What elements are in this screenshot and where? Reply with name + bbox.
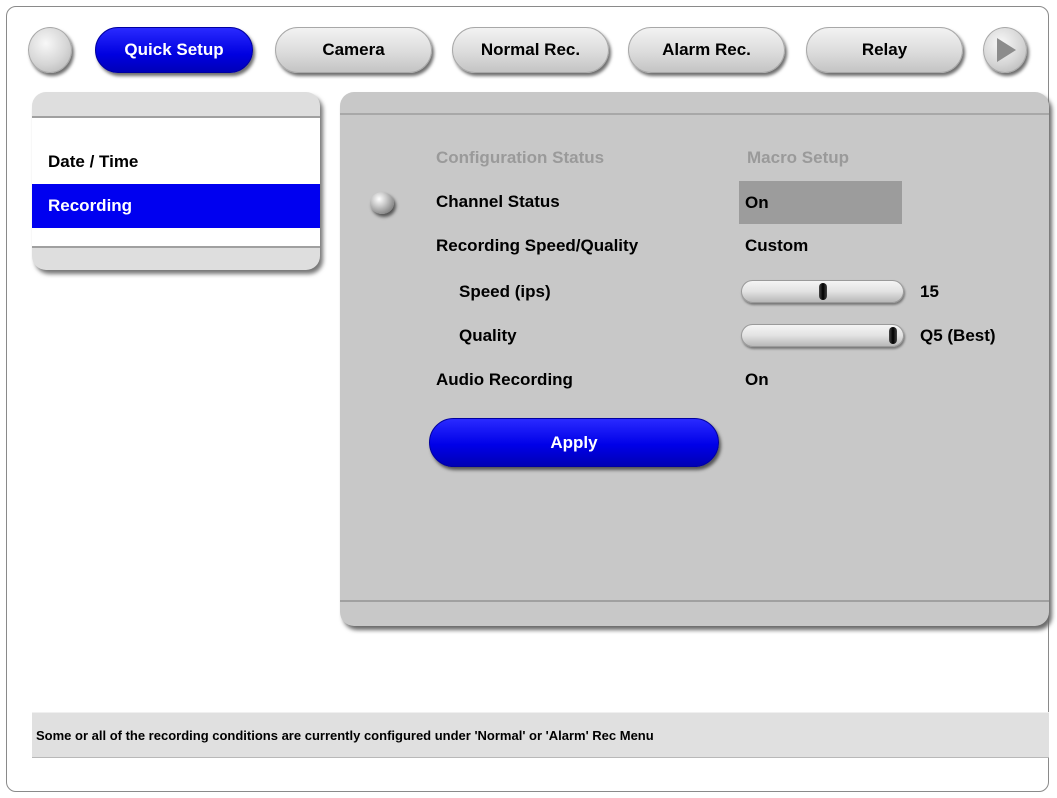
apply-button-label: Apply — [550, 432, 598, 452]
menu-item-recording[interactable]: Recording — [32, 184, 320, 228]
recording-speed-quality-label: Recording Speed/Quality — [436, 236, 639, 255]
tab-alarm-rec[interactable]: Alarm Rec. — [628, 27, 785, 73]
channel-status-value[interactable]: On — [739, 181, 902, 224]
speed-slider[interactable] — [741, 280, 904, 303]
left-menu-panel: Date / Time Recording — [32, 92, 320, 270]
divider — [340, 113, 1049, 115]
menu-item-label: Recording — [48, 196, 133, 215]
tab-relay[interactable]: Relay — [806, 27, 963, 73]
channel-status-text: On — [745, 192, 769, 212]
menu-list: Date / Time Recording — [32, 118, 320, 246]
speed-value: 15 — [920, 282, 939, 301]
divider — [32, 246, 320, 248]
configuration-status-header: Configuration Status — [436, 148, 605, 167]
tab-quick-setup[interactable]: Quick Setup — [95, 27, 253, 73]
quality-value: Q5 (Best) — [920, 326, 996, 345]
next-tabs-button[interactable] — [983, 27, 1027, 73]
speed-slider-knob[interactable] — [818, 283, 827, 300]
tab-normal-rec[interactable]: Normal Rec. — [452, 27, 609, 73]
channel-status-label: Channel Status — [436, 192, 560, 211]
divider — [340, 600, 1049, 602]
ball-cursor-icon — [370, 192, 394, 214]
quality-slider[interactable] — [741, 324, 904, 347]
status-bar: Some or all of the recording conditions … — [32, 712, 1049, 758]
main-settings-panel: Configuration Status Macro Setup Channel… — [340, 92, 1049, 626]
apply-button[interactable]: Apply — [429, 418, 719, 467]
audio-recording-label: Audio Recording — [436, 370, 573, 389]
quality-label: Quality — [459, 326, 517, 345]
recording-speed-quality-value[interactable]: Custom — [745, 236, 808, 256]
macro-setup-header: Macro Setup — [747, 148, 850, 167]
speed-label: Speed (ips) — [459, 282, 551, 301]
tab-camera[interactable]: Camera — [275, 27, 432, 73]
menu-round-button[interactable] — [28, 27, 72, 73]
play-arrow-icon — [997, 38, 1016, 62]
status-message: Some or all of the recording conditions … — [36, 727, 654, 743]
menu-item-date-time[interactable]: Date / Time — [32, 140, 320, 184]
menu-item-label: Date / Time — [48, 152, 139, 171]
audio-recording-value[interactable]: On — [745, 370, 769, 390]
quality-slider-knob[interactable] — [889, 327, 897, 344]
